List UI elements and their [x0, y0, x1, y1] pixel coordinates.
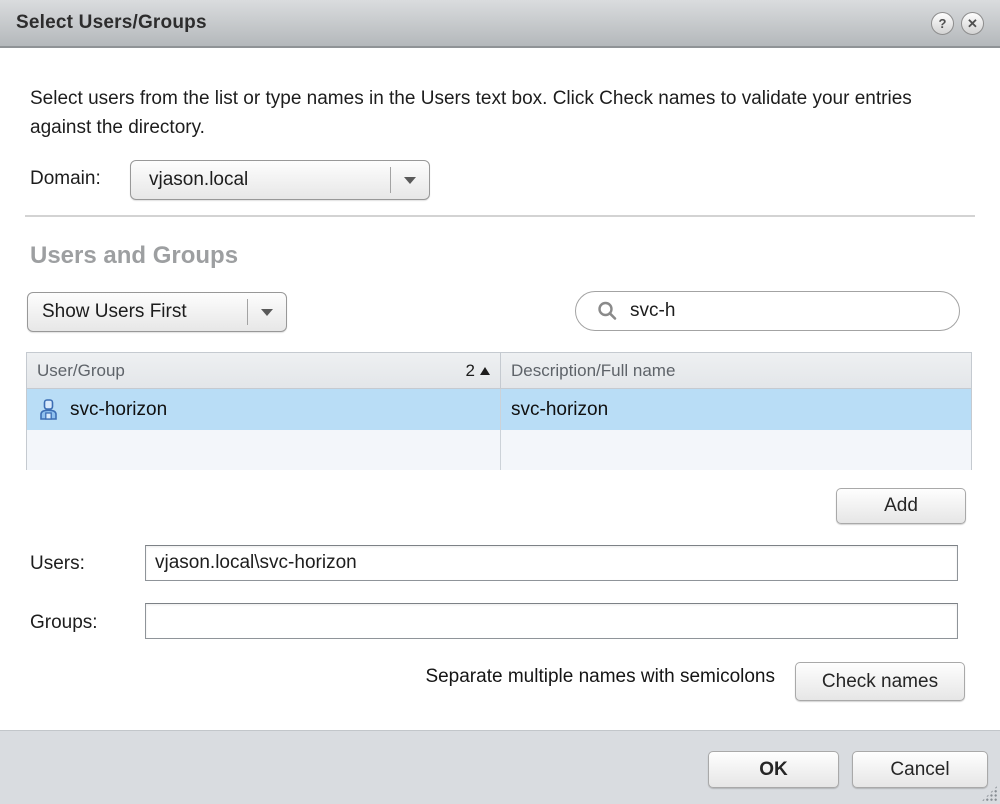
titlebar: Select Users/Groups ? ✕	[0, 0, 1000, 48]
section-separator	[25, 215, 975, 217]
user-icon	[39, 399, 58, 420]
users-groups-heading: Users and Groups	[30, 242, 238, 270]
users-groups-table: User/Group 2 Description/Full name svc-h…	[26, 352, 972, 470]
show-users-first-dropdown[interactable]: Show Users First	[27, 292, 287, 332]
groups-label: Groups:	[30, 612, 98, 634]
users-label: Users:	[30, 553, 85, 575]
chevron-down-icon	[391, 177, 429, 184]
sort-count: 2	[466, 361, 475, 381]
dialog-footer	[0, 730, 1000, 804]
add-button[interactable]: Add	[836, 488, 966, 524]
dialog-title: Select Users/Groups	[16, 12, 207, 34]
domain-label: Domain:	[30, 168, 101, 190]
user-group-cell: svc-horizon	[27, 389, 501, 430]
ok-button[interactable]: OK	[708, 751, 839, 788]
search-input[interactable]	[630, 300, 947, 322]
column-header-label: User/Group	[37, 361, 125, 381]
groups-field[interactable]	[145, 603, 958, 639]
help-icon[interactable]: ?	[931, 12, 954, 35]
sort-indicator: 2	[466, 361, 490, 381]
table-header-row: User/Group 2 Description/Full name	[27, 353, 971, 389]
column-header-user-group[interactable]: User/Group 2	[27, 353, 501, 388]
domain-dropdown[interactable]: vjason.local	[130, 160, 430, 200]
description-cell: svc-horizon	[501, 389, 971, 430]
instructions-text: Select users from the list or type names…	[30, 84, 965, 142]
chevron-down-icon	[248, 309, 286, 316]
user-group-name: svc-horizon	[70, 399, 167, 421]
domain-dropdown-value: vjason.local	[131, 169, 390, 191]
sort-ascending-icon	[480, 367, 490, 375]
users-field[interactable]	[145, 545, 958, 581]
table-row[interactable]: svc-horizon svc-horizon	[27, 389, 971, 430]
semicolons-hint: Separate multiple names with semicolons	[425, 666, 775, 688]
check-names-button[interactable]: Check names	[795, 662, 965, 701]
empty-cell	[501, 430, 971, 470]
table-empty-row	[27, 430, 971, 470]
description-text: svc-horizon	[511, 399, 608, 421]
search-box[interactable]	[575, 291, 960, 331]
select-users-groups-dialog: Select Users/Groups ? ✕ Select users fro…	[0, 0, 1000, 804]
column-header-description[interactable]: Description/Full name	[501, 353, 971, 388]
empty-cell	[27, 430, 501, 470]
cancel-button[interactable]: Cancel	[852, 751, 988, 788]
titlebar-buttons: ? ✕	[931, 12, 984, 35]
close-icon[interactable]: ✕	[961, 12, 984, 35]
column-header-label: Description/Full name	[511, 361, 675, 381]
search-icon	[596, 300, 618, 322]
filter-dropdown-value: Show Users First	[28, 301, 247, 323]
